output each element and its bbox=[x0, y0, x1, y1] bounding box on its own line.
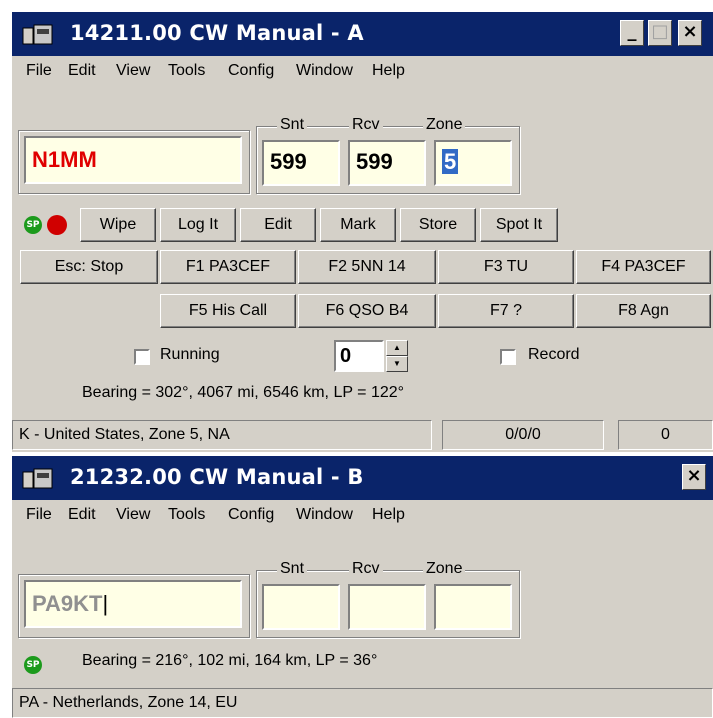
menu-view[interactable]: View bbox=[116, 506, 150, 524]
status-country: K - United States, Zone 5, NA bbox=[12, 420, 432, 450]
f2-button[interactable]: F2 5NN 14 bbox=[298, 250, 436, 284]
title-bar-b[interactable]: 21232.00 CW Manual - B × bbox=[12, 456, 713, 500]
esc-stop-button[interactable]: Esc: Stop bbox=[20, 250, 158, 284]
zone-input[interactable]: 5 bbox=[434, 140, 512, 186]
sp-mode-icon[interactable]: SP bbox=[24, 216, 42, 234]
log-it-button[interactable]: Log It bbox=[160, 208, 236, 242]
rcv-label: Rcv bbox=[349, 116, 383, 134]
zone-value: 5 bbox=[442, 149, 459, 174]
close-button[interactable]: × bbox=[682, 464, 706, 490]
f8-button[interactable]: F8 Agn bbox=[576, 294, 711, 328]
status-extra: 0 bbox=[618, 420, 713, 450]
app-icon bbox=[22, 24, 53, 45]
app-icon bbox=[22, 468, 53, 489]
bearing-text: Bearing = 216°, 102 mi, 164 km, LP = 36° bbox=[82, 652, 378, 669]
status-qso-counts: 0/0/0 bbox=[442, 420, 604, 450]
f7-button[interactable]: F7 ? bbox=[438, 294, 574, 328]
mark-button[interactable]: Mark bbox=[320, 208, 396, 242]
offset-spinner-input[interactable]: 0 bbox=[334, 340, 384, 372]
title-bar-a[interactable]: 14211.00 CW Manual - A _ □ × bbox=[12, 12, 713, 56]
window-title: 21232.00 CW Manual - B bbox=[70, 465, 364, 489]
zone-label: Zone bbox=[423, 560, 466, 578]
spin-down-icon[interactable]: ▼ bbox=[386, 356, 408, 372]
menu-tools[interactable]: Tools bbox=[168, 506, 205, 524]
menu-edit[interactable]: Edit bbox=[68, 62, 96, 80]
menu-window[interactable]: Window bbox=[296, 62, 353, 80]
menu-tools[interactable]: Tools bbox=[168, 62, 205, 80]
status-country: PA - Netherlands, Zone 14, EU bbox=[12, 688, 713, 718]
snt-input[interactable] bbox=[262, 584, 340, 630]
menu-view[interactable]: View bbox=[116, 62, 150, 80]
snt-label: Snt bbox=[277, 560, 308, 578]
rcv-input[interactable] bbox=[348, 584, 426, 630]
f1-button[interactable]: F1 PA3CEF bbox=[160, 250, 296, 284]
f4-button[interactable]: F4 PA3CEF bbox=[576, 250, 711, 284]
minimize-button[interactable]: _ bbox=[620, 20, 644, 46]
menu-file[interactable]: File bbox=[26, 506, 52, 524]
menu-bar-b: File Edit View Tools Config Window Help bbox=[12, 500, 713, 534]
f6-button[interactable]: F6 QSO B4 bbox=[298, 294, 436, 328]
menu-edit[interactable]: Edit bbox=[68, 506, 96, 524]
entry-window-a: 14211.00 CW Manual - A _ □ × File Edit V… bbox=[12, 12, 713, 452]
bearing-text: Bearing = 302°, 4067 mi, 6546 km, LP = 1… bbox=[82, 384, 405, 401]
snt-input[interactable]: 599 bbox=[262, 140, 340, 186]
callsign-value: PA9KT bbox=[32, 591, 103, 616]
maximize-button[interactable]: □ bbox=[648, 20, 672, 46]
snt-label: Snt bbox=[277, 116, 308, 134]
callsign-input[interactable]: PA9KT| bbox=[24, 580, 242, 628]
f3-button[interactable]: F3 TU bbox=[438, 250, 574, 284]
running-checkbox[interactable] bbox=[134, 349, 150, 365]
zone-label: Zone bbox=[423, 116, 466, 134]
menu-help[interactable]: Help bbox=[372, 62, 405, 80]
close-button[interactable]: × bbox=[678, 20, 702, 46]
spot-it-button[interactable]: Spot It bbox=[480, 208, 558, 242]
wipe-button[interactable]: Wipe bbox=[80, 208, 156, 242]
store-button[interactable]: Store bbox=[400, 208, 476, 242]
status-bar-b: PA - Netherlands, Zone 14, EU bbox=[12, 688, 713, 718]
menu-window[interactable]: Window bbox=[296, 506, 353, 524]
running-label: Running bbox=[160, 346, 220, 363]
record-indicator-icon bbox=[47, 215, 67, 235]
menu-bar-a: File Edit View Tools Config Window Help bbox=[12, 56, 713, 90]
status-bar-a: K - United States, Zone 5, NA 0/0/0 0 bbox=[12, 420, 713, 450]
spin-up-icon[interactable]: ▲ bbox=[386, 340, 408, 356]
f5-button[interactable]: F5 His Call bbox=[160, 294, 296, 328]
sp-mode-icon[interactable]: SP bbox=[24, 656, 42, 674]
window-title: 14211.00 CW Manual - A bbox=[70, 21, 364, 45]
menu-help[interactable]: Help bbox=[372, 506, 405, 524]
record-checkbox[interactable] bbox=[500, 349, 516, 365]
menu-config[interactable]: Config bbox=[228, 62, 274, 80]
rcv-input[interactable]: 599 bbox=[348, 140, 426, 186]
entry-window-b: 21232.00 CW Manual - B × File Edit View … bbox=[12, 456, 713, 718]
edit-button[interactable]: Edit bbox=[240, 208, 316, 242]
record-label: Record bbox=[528, 346, 580, 363]
rcv-label: Rcv bbox=[349, 560, 383, 578]
menu-file[interactable]: File bbox=[26, 62, 52, 80]
zone-input[interactable] bbox=[434, 584, 512, 630]
menu-config[interactable]: Config bbox=[228, 506, 274, 524]
callsign-input[interactable]: N1MM bbox=[24, 136, 242, 184]
